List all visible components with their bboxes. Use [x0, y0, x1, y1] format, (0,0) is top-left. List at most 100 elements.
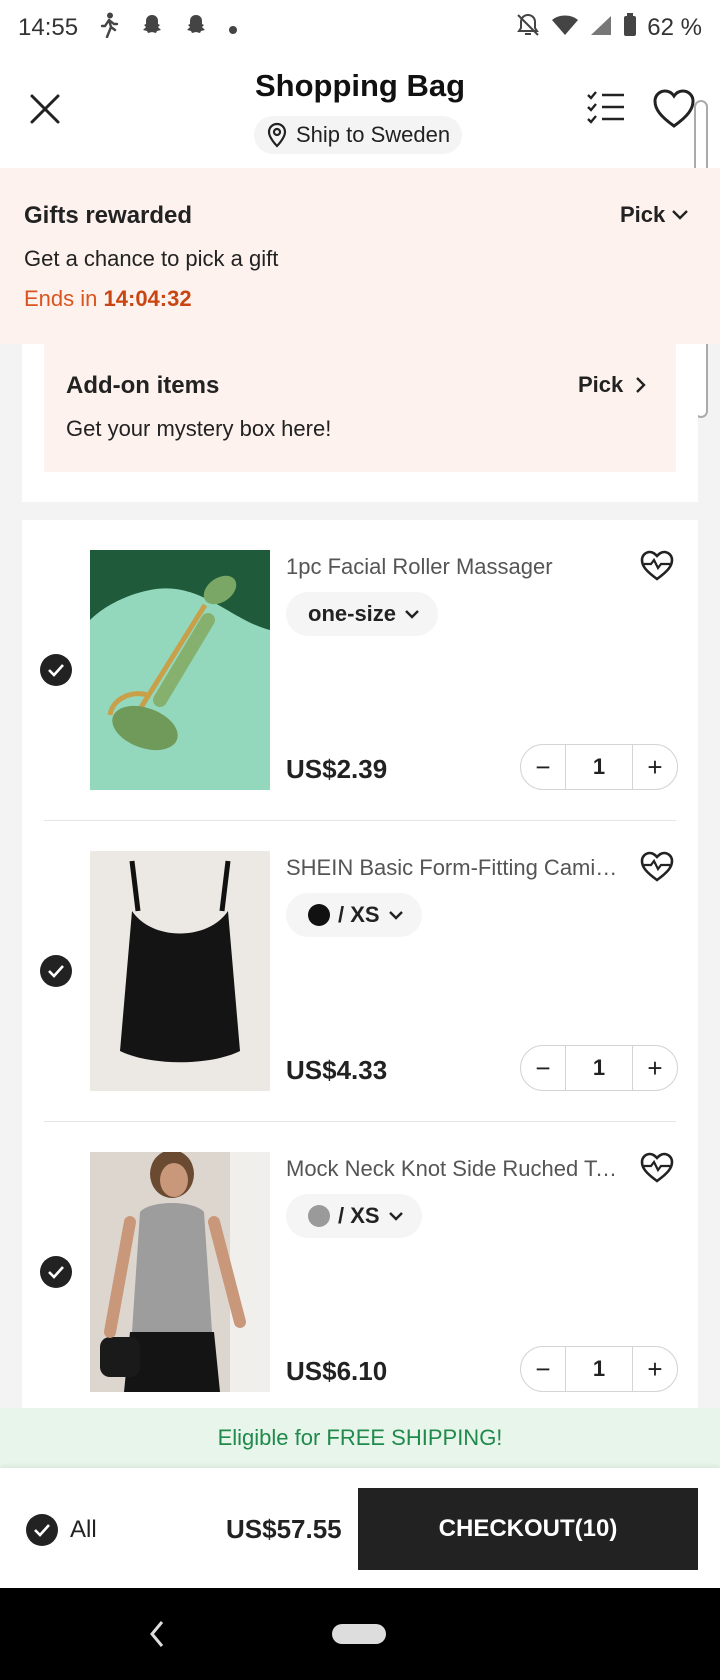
gifts-countdown: Ends in 14:04:32: [24, 286, 192, 312]
product-name[interactable]: SHEIN Basic Form-Fitting Cami Top: [286, 855, 620, 881]
chevron-right-icon: [636, 377, 646, 393]
item-checkbox[interactable]: [40, 1256, 72, 1288]
app-header: Shopping Bag Ship to Sweden: [0, 56, 720, 168]
decrease-qty-button[interactable]: −: [521, 1046, 565, 1090]
battery-icon: [623, 13, 637, 43]
free-shipping-banner: Eligible for FREE SHIPPING!: [0, 1408, 720, 1468]
checklist-icon: [587, 91, 624, 124]
addon-pick-label: Pick: [578, 372, 624, 397]
wifi-icon: [551, 14, 579, 42]
snapchat-icon: [140, 13, 164, 43]
wishlist-button[interactable]: [652, 88, 696, 130]
plus-icon: +: [647, 1052, 663, 1083]
chevron-down-icon: [405, 610, 419, 619]
variant-selector[interactable]: / XS: [286, 893, 422, 937]
quantity-stepper: − 1 +: [520, 1045, 678, 1091]
product-image[interactable]: [90, 550, 270, 790]
variant-selector[interactable]: / XS: [286, 1194, 422, 1238]
cart-item: Mock Neck Knot Side Ruched Tank Top / XS…: [22, 1122, 698, 1408]
increase-qty-button[interactable]: +: [633, 1347, 677, 1391]
product-price: US$2.39: [286, 754, 388, 784]
ends-label: Ends in: [24, 286, 98, 311]
status-bar: 14:55 62 %: [0, 0, 720, 56]
gifts-subtitle: Get a chance to pick a gift: [24, 246, 279, 271]
move-to-wishlist-button[interactable]: [640, 550, 674, 582]
battery-percent: 62 %: [647, 14, 702, 41]
system-nav-bar: [0, 1588, 720, 1680]
addon-card[interactable]: Add-on items Get your mystery box here! …: [44, 344, 676, 472]
gifts-banner: Gifts rewarded Get a chance to pick a gi…: [0, 168, 720, 344]
back-button[interactable]: [146, 1618, 168, 1650]
minus-icon: −: [535, 1353, 551, 1384]
variant-label: / XS: [338, 902, 380, 927]
product-image[interactable]: [90, 851, 270, 1091]
minus-icon: −: [535, 1052, 551, 1083]
gifts-pick-button[interactable]: Pick: [620, 202, 689, 228]
heart-pulse-icon: [640, 851, 674, 882]
quantity-value[interactable]: 1: [565, 1347, 633, 1391]
select-all-checkbox[interactable]: [26, 1514, 58, 1546]
chevron-down-icon: [388, 1212, 403, 1221]
product-price: US$4.33: [286, 1055, 388, 1085]
cart-item: SHEIN Basic Form-Fitting Cami Top / XS U…: [22, 821, 698, 1121]
addon-pick-button[interactable]: Pick: [578, 372, 647, 398]
color-swatch: [308, 1205, 330, 1227]
addon-subtitle: Get your mystery box here!: [66, 416, 332, 441]
variant-selector[interactable]: one-size: [286, 592, 439, 636]
product-name[interactable]: 1pc Facial Roller Massager: [286, 554, 620, 580]
variant-label: / XS: [338, 1203, 380, 1228]
check-icon: [34, 1524, 50, 1537]
cart-item: 1pc Facial Roller Massager one-size US$2…: [22, 520, 698, 820]
checkout-bar: All US$57.55 CHECKOUT(10): [0, 1468, 720, 1588]
heart-pulse-icon: [640, 1152, 674, 1183]
product-name[interactable]: Mock Neck Knot Side Ruched Tank Top: [286, 1156, 620, 1182]
check-icon: [48, 1266, 64, 1279]
notification-dot-icon: [228, 15, 238, 41]
quantity-stepper: − 1 +: [520, 744, 678, 790]
variant-label: one-size: [308, 601, 397, 626]
gifts-pick-label: Pick: [620, 202, 666, 227]
addon-title: Add-on items: [66, 372, 220, 399]
plus-icon: +: [647, 751, 663, 782]
item-checkbox[interactable]: [40, 654, 72, 686]
checkout-button[interactable]: CHECKOUT(10): [358, 1488, 698, 1570]
chevron-down-icon: [388, 911, 403, 920]
move-to-wishlist-button[interactable]: [640, 1152, 674, 1184]
signal-icon: [589, 14, 613, 42]
mute-bell-icon: [515, 12, 541, 44]
heart-pulse-icon: [640, 550, 674, 581]
chevron-down-icon: [672, 210, 689, 220]
check-icon: [48, 965, 64, 978]
ship-to-label: Ship to Sweden: [296, 122, 451, 147]
increase-qty-button[interactable]: +: [633, 745, 677, 789]
quantity-value[interactable]: 1: [565, 1046, 633, 1090]
gifts-title: Gifts rewarded: [24, 202, 193, 229]
check-icon: [48, 664, 64, 677]
product-image[interactable]: [90, 1152, 270, 1392]
color-swatch: [308, 904, 330, 926]
back-arrow-icon: [150, 1621, 164, 1647]
snapchat-icon: [184, 13, 208, 43]
cart-total: US$57.55: [226, 1514, 342, 1544]
decrease-qty-button[interactable]: −: [521, 1347, 565, 1391]
heart-icon: [653, 89, 695, 128]
home-button[interactable]: [332, 1624, 386, 1644]
quantity-value[interactable]: 1: [565, 745, 633, 789]
countdown-timer: 14:04:32: [103, 286, 192, 311]
product-price: US$6.10: [286, 1356, 388, 1386]
walking-icon: [98, 12, 120, 44]
decrease-qty-button[interactable]: −: [521, 745, 565, 789]
manage-list-button[interactable]: [584, 86, 628, 130]
location-pin-icon: [267, 122, 287, 148]
minus-icon: −: [535, 751, 551, 782]
move-to-wishlist-button[interactable]: [640, 851, 674, 883]
plus-icon: +: [647, 1353, 663, 1384]
ship-to-selector[interactable]: Ship to Sweden: [254, 116, 463, 154]
select-all-label[interactable]: All: [70, 1516, 97, 1544]
increase-qty-button[interactable]: +: [633, 1046, 677, 1090]
status-time: 14:55: [18, 14, 79, 41]
cart-items-list: 1pc Facial Roller Massager one-size US$2…: [22, 520, 698, 1408]
addon-section: Add-on items Get your mystery box here! …: [22, 344, 698, 502]
item-checkbox[interactable]: [40, 955, 72, 987]
quantity-stepper: − 1 +: [520, 1346, 678, 1392]
